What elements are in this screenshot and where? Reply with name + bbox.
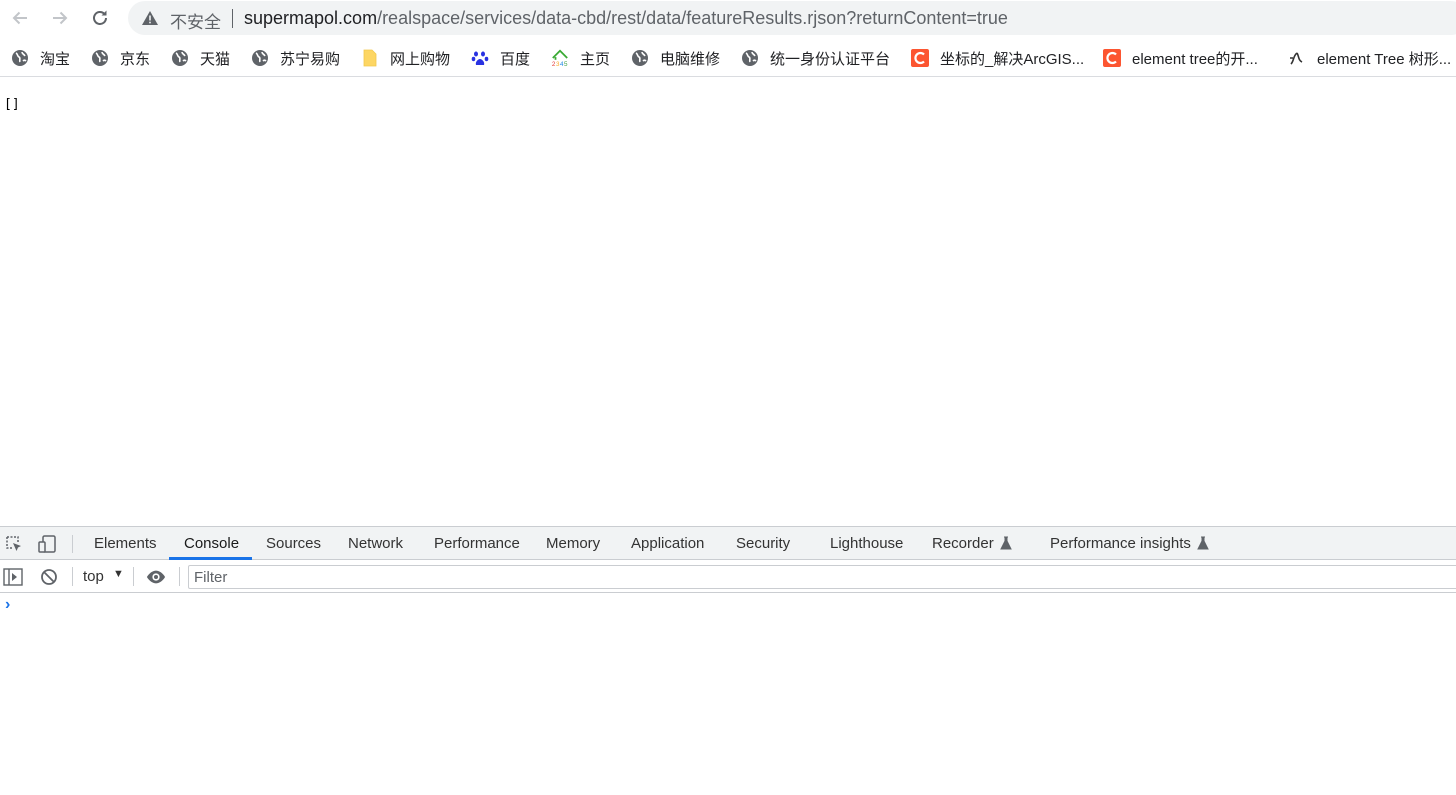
toolbar-divider (133, 567, 134, 586)
bookmark-folder-shopping[interactable]: 网上购物 (361, 48, 450, 68)
tab-recorder-label: Recorder (932, 535, 994, 552)
bookmark-label: 京东 (120, 50, 151, 68)
bookmark-taobao[interactable]: 淘宝 (11, 48, 70, 68)
console-prompt-caret[interactable]: › (5, 596, 10, 614)
globe-icon (741, 49, 759, 67)
tab-recorder[interactable]: Recorder (932, 527, 1012, 560)
bookmarks-bar: 淘宝 京东 天猫 苏宁易购 网上购物 百度 2345 主页 电脑维修 统一身份认… (0, 40, 1456, 77)
bookmark-home[interactable]: 2345 主页 (551, 48, 610, 68)
bookmark-label: 百度 (500, 50, 531, 68)
csdn-icon (911, 49, 929, 67)
bookmark-tmall[interactable]: 天猫 (171, 48, 230, 68)
bookmark-baidu[interactable]: 百度 (471, 48, 530, 68)
devtools-tabbar: Elements Console Sources Network Perform… (0, 526, 1456, 560)
block-icon (41, 569, 57, 585)
url-host: supermapol.com (244, 8, 378, 28)
flask-icon (1197, 536, 1209, 550)
url-text[interactable]: supermapol.com/realspace/services/data-c… (244, 8, 1008, 29)
arrow-left-icon (12, 11, 27, 25)
sidebar-toggle-icon (3, 568, 23, 586)
dropdown-arrow-icon[interactable]: ▼ (113, 568, 124, 580)
device-toolbar-button[interactable] (37, 534, 57, 554)
home-2345-icon: 2345 (551, 49, 569, 68)
csdn-icon (1103, 49, 1121, 67)
show-sidebar-button[interactable] (3, 567, 23, 587)
tab-elements[interactable]: Elements (94, 527, 157, 560)
json-response: [] (4, 97, 20, 112)
console-filter-input[interactable] (188, 565, 1456, 589)
live-expression-button[interactable] (146, 567, 166, 587)
browser-toolbar: 不安全 supermapol.com/realspace/services/da… (0, 0, 1456, 36)
bookmark-label: 苏宁易购 (280, 50, 341, 68)
bookmark-label: 网上购物 (390, 50, 451, 68)
bookmark-jd[interactable]: 京东 (91, 48, 150, 68)
bookmark-auth-platform[interactable]: 统一身份认证平台 (741, 48, 890, 68)
script-icon (1288, 49, 1306, 67)
bookmark-label: 淘宝 (40, 50, 71, 68)
globe-icon (631, 49, 649, 67)
eye-icon (146, 570, 166, 584)
tab-performance[interactable]: Performance (434, 527, 520, 560)
globe-icon (91, 49, 109, 67)
toolbar-divider (72, 567, 73, 586)
forward-button[interactable] (47, 5, 73, 31)
folder-icon (361, 49, 379, 67)
bookmark-label: 坐标的_解决ArcGIS... (940, 50, 1085, 68)
bookmark-label: element tree的开... (1132, 50, 1258, 68)
bookmark-label: 天猫 (200, 50, 231, 68)
bookmark-label: element Tree 树形... (1317, 50, 1452, 68)
devtools-panel: Elements Console Sources Network Perform… (0, 526, 1456, 795)
context-selector[interactable]: top (83, 568, 104, 585)
tab-application[interactable]: Application (631, 527, 704, 560)
tabbar-divider (72, 535, 73, 553)
bookmark-element-tree-component[interactable]: element Tree 树形... (1288, 48, 1451, 68)
globe-icon (171, 49, 189, 67)
reload-icon (93, 10, 107, 25)
bookmark-label: 主页 (580, 50, 611, 68)
globe-icon (251, 49, 269, 67)
omnibox-divider (232, 9, 233, 28)
tab-performance-insights-label: Performance insights (1050, 535, 1191, 552)
tab-lighthouse[interactable]: Lighthouse (830, 527, 903, 560)
console-toolbar: top ▼ (0, 560, 1456, 593)
inspect-cursor-icon (6, 536, 21, 551)
globe-icon (11, 49, 29, 67)
svg-text:5: 5 (564, 61, 568, 68)
toolbar-divider (179, 567, 180, 586)
bookmark-label: 电脑维修 (660, 50, 721, 68)
tab-memory[interactable]: Memory (546, 527, 600, 560)
bookmark-repair[interactable]: 电脑维修 (631, 48, 720, 68)
tab-network[interactable]: Network (348, 527, 403, 560)
inspect-element-button[interactable] (4, 534, 24, 554)
security-label[interactable]: 不安全 (170, 8, 221, 33)
arrow-right-icon (53, 11, 68, 25)
back-button[interactable] (7, 5, 33, 31)
tab-sources[interactable]: Sources (266, 527, 321, 560)
bookmark-suning[interactable]: 苏宁易购 (251, 48, 340, 68)
tab-performance-insights[interactable]: Performance insights (1050, 527, 1209, 560)
url-path: /realspace/services/data-cbd/rest/data/f… (377, 8, 1008, 28)
tab-console[interactable]: Console (184, 527, 239, 560)
clear-console-button[interactable] (39, 567, 59, 587)
flask-icon (999, 536, 1012, 550)
address-bar[interactable]: 不安全 supermapol.com/realspace/services/da… (128, 1, 1456, 35)
warning-icon[interactable] (141, 10, 159, 26)
bookmark-csdn-element-tree[interactable]: element tree的开... (1103, 48, 1258, 68)
bookmark-label: 统一身份认证平台 (770, 50, 891, 68)
bookmark-csdn-arcgis[interactable]: 坐标的_解决ArcGIS... (911, 48, 1084, 68)
device-icon (38, 535, 56, 553)
reload-button[interactable] (87, 5, 113, 31)
tab-security[interactable]: Security (736, 527, 790, 560)
baidu-paw-icon (471, 49, 489, 67)
